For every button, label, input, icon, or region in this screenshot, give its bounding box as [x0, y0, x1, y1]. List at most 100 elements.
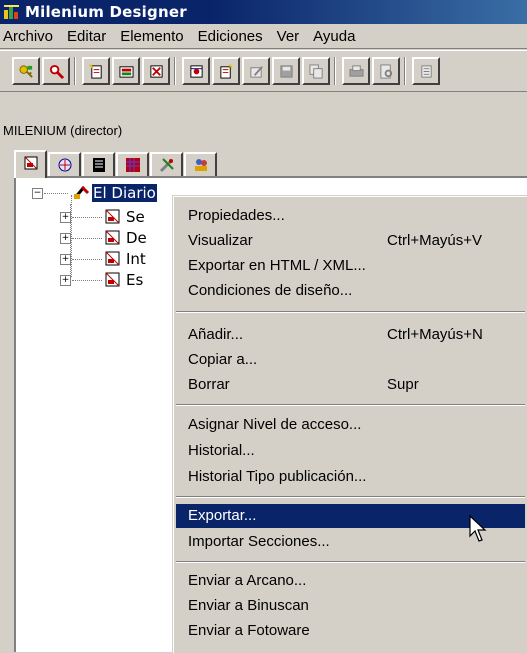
tree-node-el-diario[interactable]: El Diario [91, 183, 158, 203]
tree-node-section[interactable]: Se [126, 208, 145, 226]
key-button[interactable] [12, 57, 40, 85]
paste-icon [220, 64, 233, 79]
edit-icon [250, 66, 263, 78]
tree-node-section[interactable]: Es [126, 271, 143, 289]
menu-item-historial-tipo[interactable]: Historial Tipo publicación... [176, 465, 525, 489]
menu-item-label: Enviar a Binuscan [188, 597, 309, 614]
menu-archivo[interactable]: Archivo [0, 28, 60, 45]
window-title: Milenium Designer [25, 3, 187, 21]
menu-item-label: Historial... [188, 442, 255, 459]
toolbar [0, 50, 527, 92]
more-button[interactable] [412, 57, 440, 85]
section-icon [105, 230, 120, 245]
menu-item-label: Exportar... [188, 507, 257, 524]
menu-item-condiciones-diseno[interactable]: Condiciones de diseño... [176, 279, 525, 303]
menu-item-asignar-nivel[interactable]: Asignar Nivel de acceso... [176, 413, 525, 437]
new-publication-button[interactable] [112, 57, 140, 85]
menu-ayuda[interactable]: Ayuda [306, 28, 362, 45]
child-expander[interactable]: + [60, 212, 71, 223]
menu-item-enviar-fotoware[interactable]: Enviar a Fotoware [176, 619, 525, 643]
menu-separator [176, 561, 525, 563]
menu-item-exportar-html-xml[interactable]: Exportar en HTML / XML... [176, 254, 525, 278]
menu-item-label: Historial Tipo publicación... [188, 468, 367, 485]
menu-item-label: Enviar a Arcano... [188, 572, 307, 589]
copy-button[interactable] [302, 57, 330, 85]
menu-item-label: Visualizar [188, 232, 253, 249]
delete-icon [150, 65, 163, 78]
tab-bar [0, 150, 527, 178]
pages-icon [93, 158, 105, 172]
edit-button[interactable] [242, 57, 270, 85]
new-page-button[interactable] [82, 57, 110, 85]
menu-item-label: Enviar a Fotoware [188, 622, 310, 639]
search-icon [49, 64, 64, 79]
print-preview-button[interactable] [372, 57, 400, 85]
menu-item-propiedades[interactable]: Propiedades... [176, 204, 525, 228]
menu-item-copiar-a[interactable]: Copiar a... [176, 348, 525, 372]
menu-item-label: Copiar a... [188, 351, 258, 368]
print-preview-icon [380, 64, 393, 79]
title-bar[interactable]: Milenium Designer [0, 0, 527, 24]
menu-bar: Archivo Editar Elemento Ediciones Ver Ay… [0, 24, 527, 49]
grid-icon [126, 158, 140, 172]
menu-item-anadir[interactable]: Añadir... Ctrl+Mayús+N [176, 323, 525, 347]
print-button[interactable] [342, 57, 370, 85]
menu-item-label: Asignar Nivel de acceso... [188, 416, 362, 433]
menu-item-historial[interactable]: Historial... [176, 439, 525, 463]
menu-item-label: Condiciones de diseño... [188, 282, 353, 299]
user-session-label: MILENIUM (director) [3, 123, 123, 138]
child-expander[interactable]: + [60, 254, 71, 265]
sections-icon [58, 158, 72, 172]
people-icon [195, 159, 207, 171]
menu-item-borrar[interactable]: Borrar Supr [176, 373, 525, 397]
menu-item-shortcut: Ctrl+Mayús+N [387, 326, 483, 343]
tab-grid[interactable] [116, 152, 149, 176]
search-button[interactable] [42, 57, 70, 85]
menu-editar[interactable]: Editar [60, 28, 113, 45]
delete-button[interactable] [142, 57, 170, 85]
root-expander[interactable]: − [32, 188, 43, 199]
menu-item-label: Propiedades... [188, 207, 285, 224]
menu-item-label: Importar Secciones... [188, 533, 330, 550]
menu-ediciones[interactable]: Ediciones [191, 28, 270, 45]
menu-ver[interactable]: Ver [270, 28, 307, 45]
section-icon [105, 272, 120, 287]
mouse-cursor-icon [469, 515, 487, 542]
menu-item-label: Borrar [188, 376, 230, 393]
menu-separator [176, 496, 525, 498]
child-expander[interactable]: + [60, 275, 71, 286]
tab-tools[interactable] [150, 152, 183, 176]
paste-button[interactable] [212, 57, 240, 85]
tree-node-section[interactable]: Int [126, 250, 146, 268]
new-publication-icon [119, 66, 134, 78]
tools-icon [159, 158, 174, 173]
copy-icon [309, 64, 323, 79]
save-button[interactable] [272, 57, 300, 85]
menu-item-enviar-arcano[interactable]: Enviar a Arcano... [176, 569, 525, 593]
section-icon [105, 209, 120, 224]
tree-node-section[interactable]: De [126, 229, 147, 247]
menu-item-enviar-binuscan[interactable]: Enviar a Binuscan [176, 594, 525, 618]
tab-people[interactable] [184, 152, 217, 176]
menu-item-shortcut: Ctrl+Mayús+V [387, 232, 483, 249]
milenium-app-icon [3, 4, 21, 20]
publication-icon [24, 156, 38, 170]
tab-sections[interactable] [48, 152, 81, 176]
menu-item-label: Añadir... [188, 326, 244, 343]
publication-node-icon [73, 185, 90, 199]
context-menu: Propiedades... Visualizar Ctrl+Mayús+V E… [172, 195, 527, 653]
menu-separator [176, 404, 525, 406]
section-icon [105, 251, 120, 266]
properties-icon [190, 65, 203, 78]
key-icon [19, 65, 33, 78]
new-page-icon [89, 64, 102, 79]
menu-separator [176, 311, 525, 313]
child-expander[interactable]: + [60, 233, 71, 244]
print-icon [349, 65, 364, 77]
menu-elemento[interactable]: Elemento [113, 28, 190, 45]
menu-item-label: Exportar en HTML / XML... [188, 257, 366, 274]
tab-pages[interactable] [82, 152, 115, 176]
properties-button[interactable] [182, 57, 210, 85]
menu-item-visualizar[interactable]: Visualizar Ctrl+Mayús+V [176, 229, 525, 253]
tab-publication[interactable] [14, 150, 47, 178]
